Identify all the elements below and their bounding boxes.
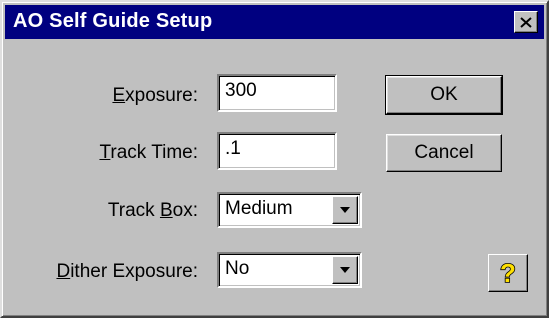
ok-button[interactable]: OK xyxy=(385,75,503,115)
track-box-label: Track Box: xyxy=(107,200,198,221)
help-glyph: ? xyxy=(500,259,516,287)
dither-exposure-dropdown-button[interactable] xyxy=(332,256,358,284)
dither-exposure-value: No xyxy=(225,258,250,279)
track-box-value: Medium xyxy=(225,198,293,219)
window-title: AO Self Guide Setup xyxy=(13,10,213,32)
question-mark-icon: ? xyxy=(499,259,516,287)
cancel-button[interactable]: Cancel xyxy=(386,134,502,172)
chevron-down-icon xyxy=(340,267,350,273)
dither-exposure-select[interactable]: No xyxy=(217,252,362,288)
track-time-label: Track Time: xyxy=(99,142,198,163)
close-icon xyxy=(520,16,532,28)
exposure-label: Exposure: xyxy=(112,85,198,106)
help-button[interactable]: ? xyxy=(488,254,528,292)
dialog-window: AO Self Guide Setup Exposure: 300 Track … xyxy=(0,0,549,318)
exposure-field[interactable]: 300 xyxy=(217,74,337,112)
track-box-select[interactable]: Medium xyxy=(217,192,362,228)
close-button[interactable] xyxy=(514,11,538,33)
track-time-field[interactable]: .1 xyxy=(217,132,337,170)
track-box-dropdown-button[interactable] xyxy=(332,196,358,224)
title-bar[interactable]: AO Self Guide Setup xyxy=(5,5,544,39)
dither-exposure-label: Dither Exposure: xyxy=(56,261,198,282)
chevron-down-icon xyxy=(340,207,350,213)
